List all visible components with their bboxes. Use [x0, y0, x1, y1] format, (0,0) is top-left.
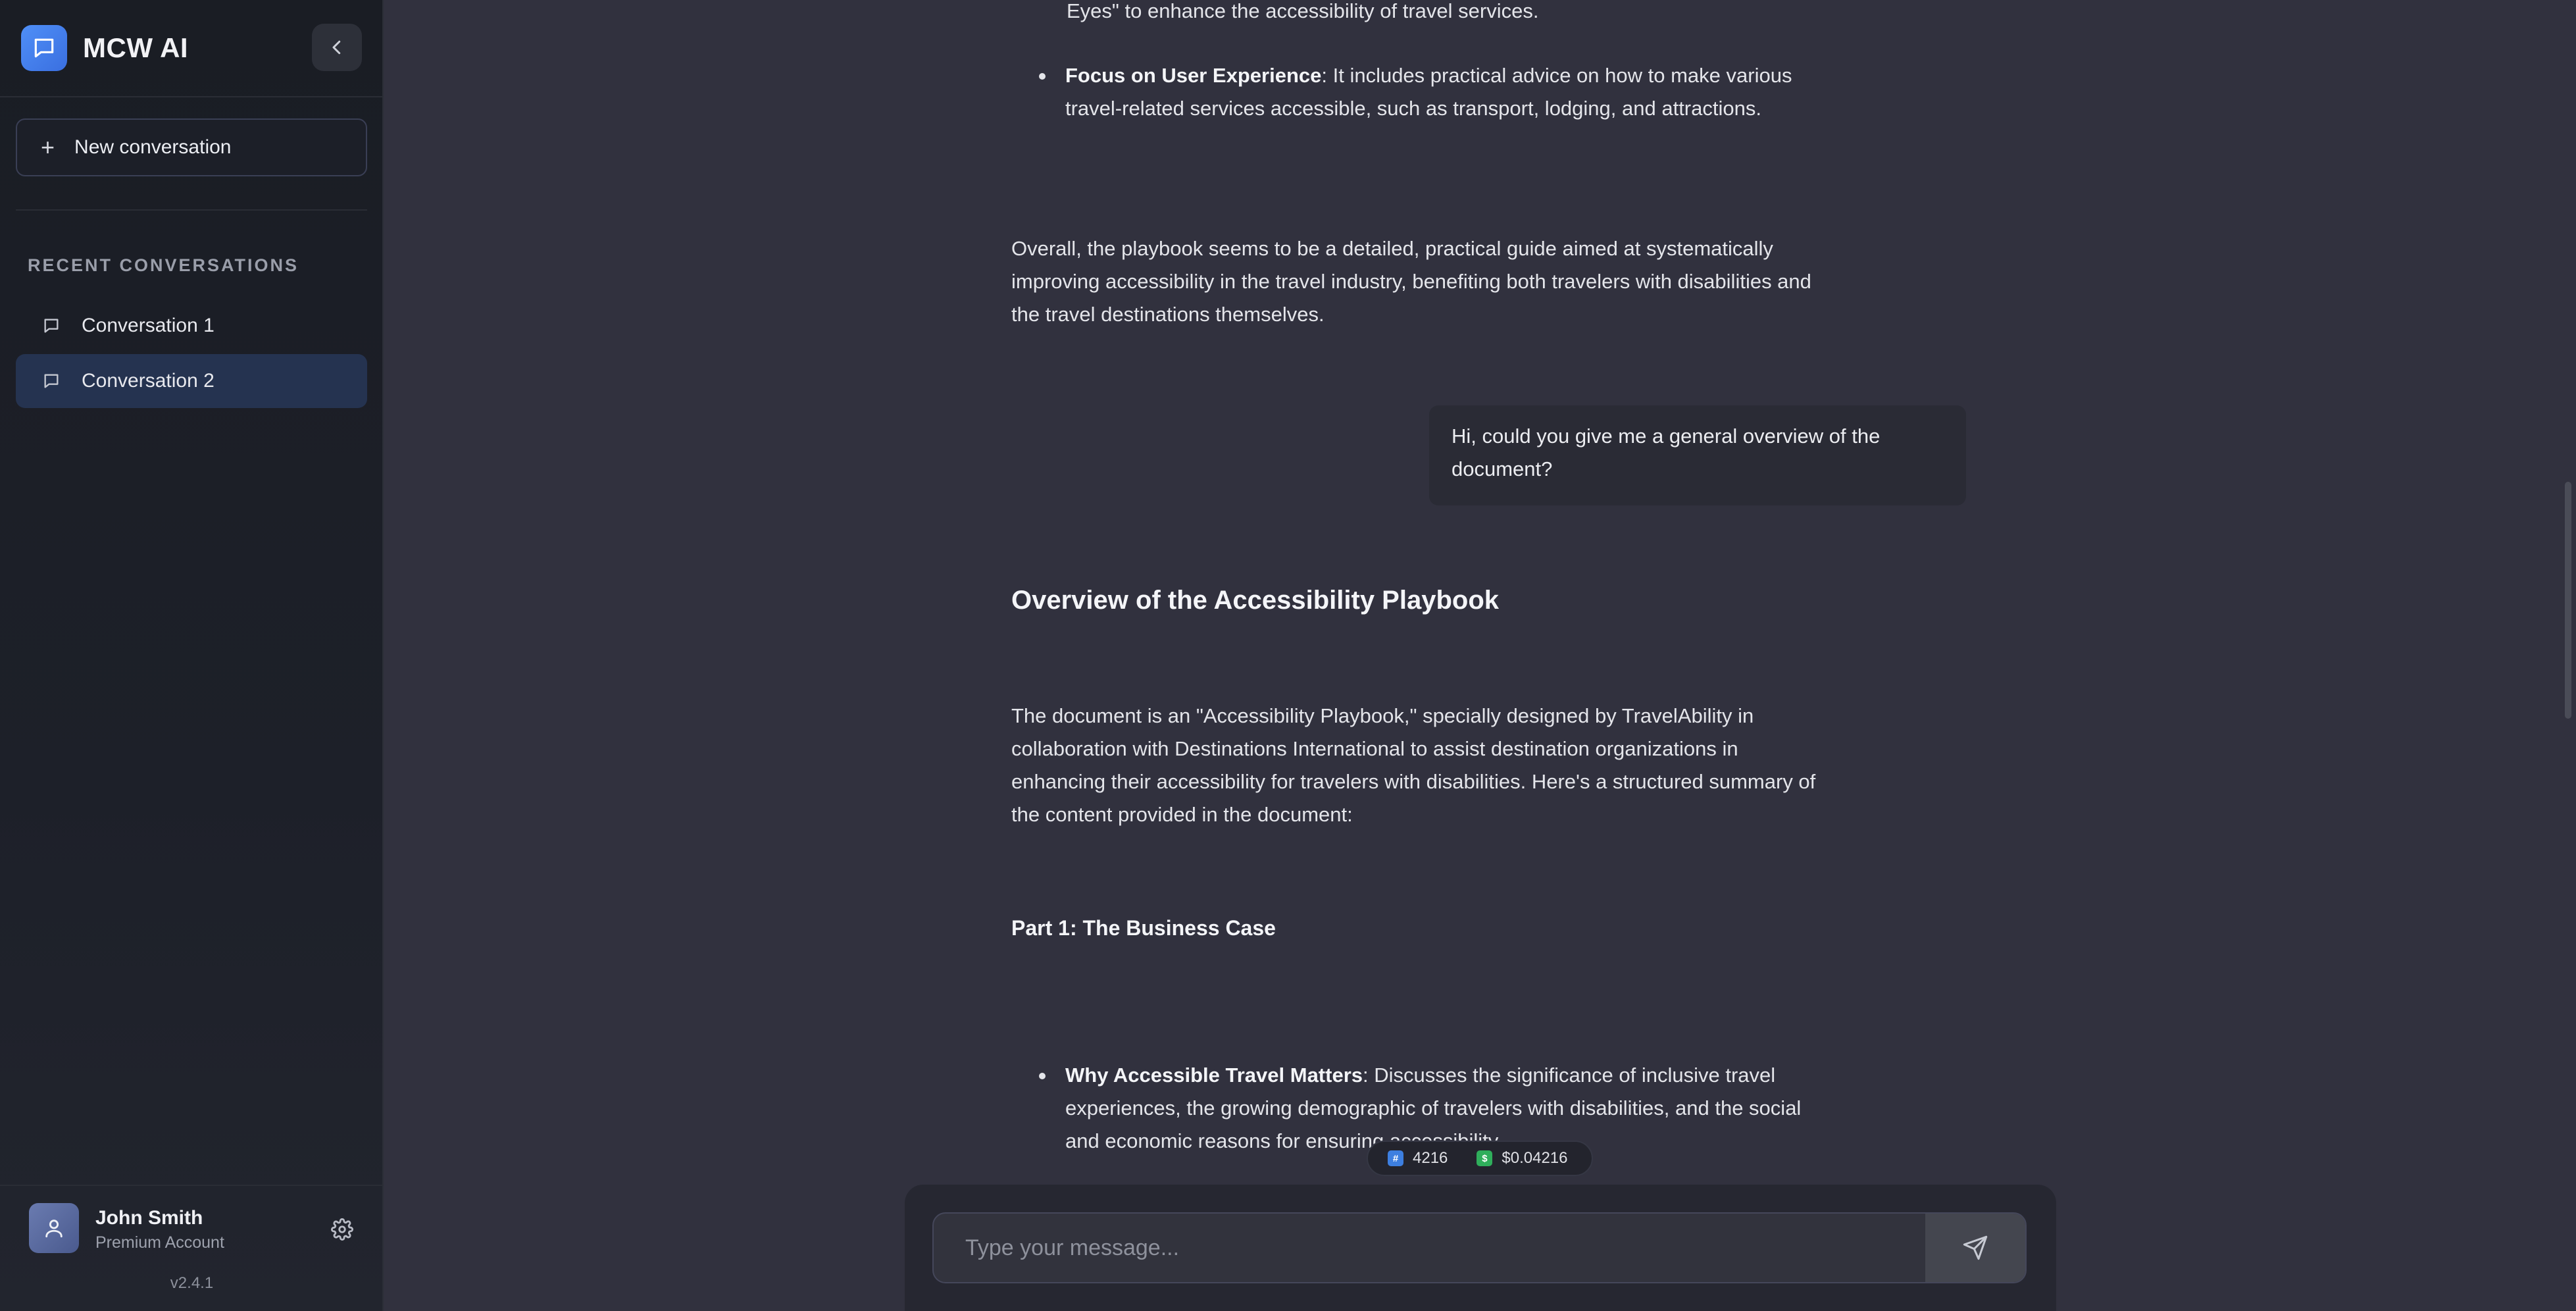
new-conversation-label: New conversation	[74, 136, 232, 158]
send-button[interactable]	[1925, 1214, 2025, 1282]
message-text: Eyes" to enhance the accessibility of tr…	[1067, 0, 1539, 22]
collapse-sidebar-button[interactable]	[312, 24, 362, 71]
list-item: Focus on User Experience: It includes pr…	[1039, 59, 1817, 125]
sidebar-item-conversation-1[interactable]: Conversation 1	[16, 299, 367, 353]
chat-bubble-logo-icon	[21, 25, 67, 71]
bullet-bold-label: Focus on User Experience	[1065, 64, 1322, 87]
send-icon	[1963, 1235, 1988, 1260]
user-profile-area: John Smith Premium Account v2.4.1	[0, 1185, 384, 1311]
user-icon	[45, 1220, 63, 1238]
message-paragraph: Overall, the playbook seems to be a deta…	[1011, 237, 1811, 326]
message-composer	[905, 1185, 2056, 1311]
sidebar-item-conversation-2[interactable]: Conversation 2	[16, 354, 367, 408]
message-square-icon	[42, 372, 61, 390]
app-title: MCW AI	[83, 32, 189, 63]
chevron-left-icon	[332, 40, 341, 55]
money-icon: $	[1477, 1150, 1493, 1166]
response-intro: The document is an "Accessibility Playbo…	[1011, 704, 1816, 826]
user-message-bubble: Hi, could you give me a general overview…	[1429, 405, 1966, 505]
brand: MCW AI	[21, 25, 188, 71]
sidebar-divider	[0, 96, 384, 97]
recent-conversations-heading: RECENT CONVERSATIONS	[28, 255, 299, 275]
message-input-wrapper	[932, 1212, 2027, 1283]
message-input[interactable]	[934, 1214, 1927, 1282]
section-heading: Part 1: The Business Case	[1011, 916, 1276, 940]
gear-icon	[331, 1218, 353, 1241]
response-heading: Overview of the Accessibility Playbook	[1011, 586, 1500, 615]
new-conversation-button[interactable]: + New conversation	[16, 118, 367, 176]
conversation-label: Conversation 2	[82, 370, 215, 392]
conversation-label: Conversation 1	[82, 315, 215, 336]
usage-badge: # 4216 $ $0.04216	[1367, 1141, 1593, 1176]
message-square-icon	[42, 317, 61, 335]
settings-button[interactable]	[328, 1215, 357, 1244]
cost-value: $0.04216	[1502, 1149, 1568, 1167]
bullet-bold-label: Why Accessible Travel Matters	[1065, 1064, 1363, 1087]
chat-main: Eyes" to enhance the accessibility of tr…	[385, 0, 2576, 1311]
plus-icon: +	[41, 134, 55, 161]
hash-icon: #	[1388, 1150, 1403, 1166]
sidebar: MCW AI + New conversation RECENT CONVERS…	[0, 0, 384, 1311]
app-version: v2.4.1	[170, 1274, 214, 1292]
user-name: John Smith	[95, 1207, 203, 1229]
sidebar-divider	[16, 209, 367, 211]
user-plan: Premium Account	[95, 1233, 224, 1252]
scrollbar-thumb[interactable]	[2565, 482, 2571, 719]
avatar[interactable]	[29, 1203, 79, 1253]
token-count: 4216	[1413, 1149, 1448, 1167]
